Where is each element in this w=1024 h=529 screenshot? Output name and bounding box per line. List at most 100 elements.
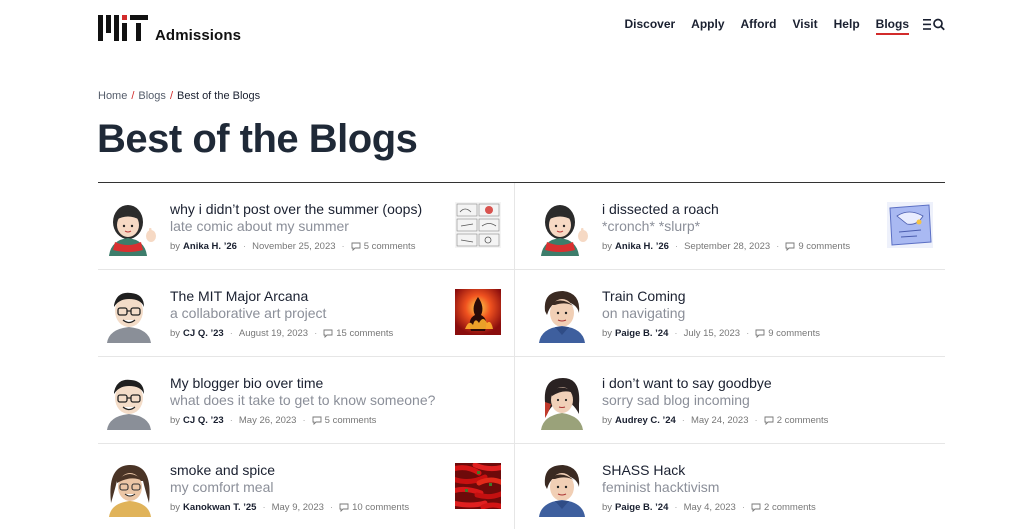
post-card[interactable]: SHASS Hack feminist hacktivism by Paige B. … [515,444,945,529]
author-avatar[interactable] [533,372,591,430]
meta-separator: · [262,502,266,513]
comments-count: 15 comments [336,328,394,339]
post-author[interactable]: CJ Q. ’23 [183,415,224,426]
meta-separator: · [674,328,678,339]
meta-separator: · [302,415,306,426]
author-avatar[interactable] [533,459,591,517]
logo-text: Admissions [155,27,242,44]
nav-afford[interactable]: Afford [741,17,777,31]
post-date: September 28, 2023 [684,241,771,252]
post-title[interactable]: smoke and spice [170,461,450,479]
post-date: May 4, 2023 [683,502,736,513]
nav-apply[interactable]: Apply [691,17,724,31]
nav-blogs[interactable]: Blogs [875,17,910,35]
author-avatar[interactable] [533,285,591,343]
post-card[interactable]: My blogger bio over time what does it tak… [98,357,515,444]
comment-icon [323,329,333,338]
post-date: May 9, 2023 [271,502,324,513]
comment-icon [339,503,349,512]
meta-separator: · [674,241,679,252]
mit-admissions-logo[interactable]: Admissions [98,15,242,44]
comments-link[interactable]: 10 comments [339,502,409,513]
post-author[interactable]: Paige B. ’24 [615,328,668,339]
post-author[interactable]: Audrey C. ’24 [615,415,676,426]
comments-link[interactable]: 5 comments [351,241,416,252]
post-title[interactable]: SHASS Hack [602,461,882,479]
menu-search-icon [923,18,945,30]
breadcrumb-blogs[interactable]: Blogs [138,90,166,102]
post-title[interactable]: i don’t want to say goodbye [602,374,882,392]
post-card[interactable]: i dissected a roach *cronch* *slurp* by Ani… [515,183,945,270]
author-avatar[interactable] [101,198,159,256]
breadcrumb-home[interactable]: Home [98,90,127,102]
comments-link[interactable]: 9 comments [785,241,850,252]
author-avatar[interactable] [101,372,159,430]
post-author[interactable]: Kanokwan T. ’25 [183,502,256,513]
comments-count: 9 comments [768,328,820,339]
post-card[interactable]: Train Coming on navigating by Paige B. ’24 ·… [515,270,945,357]
comments-count: 2 comments [776,415,829,426]
post-title[interactable]: Train Coming [602,287,882,305]
breadcrumb-separator: / [131,90,135,102]
comments-link[interactable]: 2 comments [751,502,816,513]
meta-separator: · [314,328,318,339]
comments-count: 10 comments [352,502,410,513]
comments-link[interactable]: 15 comments [323,328,393,339]
post-thumbnail[interactable] [455,202,501,248]
post-subtitle: sorry sad blog incoming [602,392,750,408]
nav-discover[interactable]: Discover [624,17,675,31]
post-body: smoke and spice my comfort meal by Kanokwan… [170,461,450,513]
post-grid: why i didn’t post over the summer (oops)… [98,183,945,529]
post-subtitle: feminist hacktivism [602,479,720,495]
by-label: by [170,241,181,252]
by-label: by [602,502,613,513]
post-card[interactable]: why i didn’t post over the summer (oops)… [98,183,515,270]
meta-separator: · [229,415,233,426]
post-date: November 25, 2023 [252,241,336,252]
by-label: by [602,241,613,252]
post-date: August 19, 2023 [238,328,309,339]
comments-link[interactable]: 5 comments [312,415,376,426]
post-author[interactable]: CJ Q. ’23 [183,328,224,339]
author-avatar[interactable] [533,198,591,256]
comments-link[interactable]: 2 comments [764,415,829,426]
post-title[interactable]: why i didn’t post over the summer (oops) [170,200,450,218]
by-label: by [170,328,181,339]
post-author[interactable]: Anika H. ’26 [183,241,237,252]
post-subtitle: my comfort meal [170,479,274,495]
post-author[interactable]: Anika H. ’26 [615,241,669,252]
post-body: i dissected a roach *cronch* *slurp* by Ani… [602,200,882,252]
comments-link[interactable]: 9 comments [755,328,820,339]
post-meta: by Paige B. ’24 · May 4, 2023 · 2 comments [602,502,882,513]
meta-separator: · [741,502,746,513]
meta-separator: · [746,328,750,339]
meta-separator: · [754,415,758,426]
post-body: The MIT Major Arcana a collaborative art … [170,287,450,339]
author-avatar[interactable] [101,459,159,517]
author-avatar[interactable] [101,285,159,343]
post-title[interactable]: i dissected a roach [602,200,882,218]
comments-count: 5 comments [363,241,416,252]
post-thumbnail[interactable] [455,289,501,335]
nav-visit[interactable]: Visit [793,17,818,31]
post-author[interactable]: Paige B. ’24 [615,502,668,513]
post-card[interactable]: The MIT Major Arcana a collaborative art … [98,270,515,357]
breadcrumb-separator: / [169,90,173,102]
post-thumbnail[interactable] [887,202,933,248]
main-nav: Discover Apply Afford Visit Help Blogs [608,17,945,35]
meta-separator: · [329,502,334,513]
by-label: by [602,328,613,339]
comments-count: 9 comments [798,241,851,252]
post-thumbnail[interactable] [450,462,506,510]
post-title[interactable]: My blogger bio over time [170,374,450,392]
post-title[interactable]: The MIT Major Arcana [170,287,450,305]
post-body: why i didn’t post over the summer (oops)… [170,200,450,252]
post-card[interactable]: smoke and spice my comfort meal by Kanokwan… [98,444,515,529]
post-card[interactable]: i don’t want to say goodbye sorry sad blo… [515,357,945,444]
mit-logo-icon [98,15,148,41]
nav-help[interactable]: Help [834,17,860,31]
meta-separator: · [229,328,233,339]
post-meta: by Anika H. ’26 · September 28, 2023 · 9 comm… [602,241,882,252]
menu-search-button[interactable] [923,18,945,31]
comment-icon [785,242,795,251]
